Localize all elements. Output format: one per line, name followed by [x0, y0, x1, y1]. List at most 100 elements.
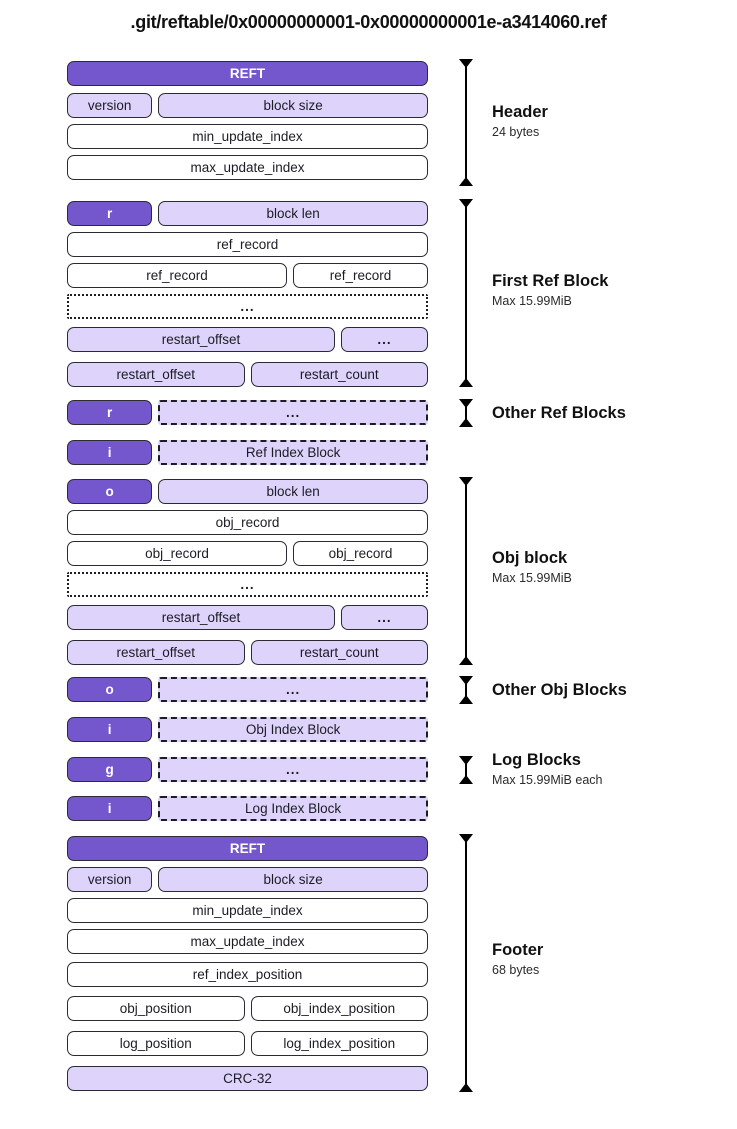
- field-box-objindexblock: Obj Index Block: [158, 717, 428, 742]
- field-row: restart_offset...: [67, 605, 428, 630]
- measure-arrow-log-blocks: [459, 756, 473, 784]
- field-box-reft: REFT: [67, 836, 428, 861]
- arrow-stem: [465, 65, 467, 180]
- measure-arrow-first-ref-block: [459, 199, 473, 387]
- field-row: restart_offsetrestart_count: [67, 640, 428, 665]
- arrow-head-down-icon: [459, 775, 473, 784]
- field-row: min_update_index: [67, 124, 428, 149]
- field-box-blocklen: block len: [158, 479, 428, 504]
- field-row: iLog Index Block: [67, 796, 428, 821]
- field-box-max_update_index: max_update_index: [67, 155, 428, 180]
- field-box-: ...: [341, 605, 428, 630]
- field-box-restart_offset: restart_offset: [67, 640, 245, 665]
- field-box-ref_record: ref_record: [67, 263, 287, 288]
- field-row: ref_recordref_record: [67, 263, 428, 288]
- field-row: CRC-32: [67, 1066, 428, 1091]
- field-box-version: version: [67, 867, 152, 892]
- field-box-version: version: [67, 93, 152, 118]
- section-label-title: Other Obj Blocks: [492, 681, 727, 700]
- field-box-: ...: [341, 327, 428, 352]
- field-box-reft: REFT: [67, 61, 428, 86]
- field-row: rblock len: [67, 201, 428, 226]
- field-box-min_update_index: min_update_index: [67, 124, 428, 149]
- field-box-blocksize: block size: [158, 93, 428, 118]
- field-row: REFT: [67, 61, 428, 86]
- field-box-i: i: [67, 440, 152, 465]
- section-label-title: Other Ref Blocks: [492, 404, 727, 423]
- section-label-other-obj-blocks: Other Obj Blocks: [492, 681, 727, 700]
- field-box-r: r: [67, 201, 152, 226]
- field-row: o...: [67, 677, 428, 702]
- arrow-stem: [465, 483, 467, 659]
- field-box-restart_offset: restart_offset: [67, 605, 335, 630]
- section-label-footer: Footer 68 bytes: [492, 941, 727, 978]
- field-box-restart_count: restart_count: [251, 640, 429, 665]
- field-row: max_update_index: [67, 929, 428, 954]
- field-box-r: r: [67, 400, 152, 425]
- field-box-restart_count: restart_count: [251, 362, 429, 387]
- arrow-head-down-icon: [459, 656, 473, 665]
- field-box-obj_record: obj_record: [67, 541, 287, 566]
- arrow-head-down-icon: [459, 418, 473, 427]
- field-row: r...: [67, 400, 428, 425]
- reftable-format-diagram: REFTversionblock sizemin_update_indexmax…: [0, 0, 737, 1129]
- field-box-obj_index_position: obj_index_position: [251, 996, 429, 1021]
- field-row: ref_index_position: [67, 962, 428, 987]
- section-label-sublabel: 24 bytes: [492, 124, 727, 140]
- field-box-: ...: [158, 677, 428, 702]
- field-row: versionblock size: [67, 93, 428, 118]
- section-label-sublabel: Max 15.99MiB each: [492, 772, 727, 788]
- field-row: obj_record: [67, 510, 428, 535]
- measure-arrow-other-ref-blocks: [459, 399, 473, 427]
- arrow-head-down-icon: [459, 177, 473, 186]
- field-row: iObj Index Block: [67, 717, 428, 742]
- field-row: min_update_index: [67, 898, 428, 923]
- section-label-title: Footer: [492, 941, 727, 960]
- section-label-title: Log Blocks: [492, 751, 727, 770]
- field-row: restart_offset...: [67, 327, 428, 352]
- field-row: restart_offsetrestart_count: [67, 362, 428, 387]
- measure-arrow-other-obj-blocks: [459, 676, 473, 704]
- arrow-head-down-icon: [459, 695, 473, 704]
- field-box-obj_position: obj_position: [67, 996, 245, 1021]
- field-box-blocklen: block len: [158, 201, 428, 226]
- arrow-stem: [465, 205, 467, 381]
- field-box-blocksize: block size: [158, 867, 428, 892]
- field-row: ...: [67, 294, 428, 319]
- field-box-: ...: [67, 294, 428, 319]
- field-row: ...: [67, 572, 428, 597]
- arrow-head-down-icon: [459, 1083, 473, 1092]
- field-row: REFT: [67, 836, 428, 861]
- arrow-stem: [465, 840, 467, 1086]
- field-box-: ...: [158, 400, 428, 425]
- section-label-sublabel: 68 bytes: [492, 962, 727, 978]
- field-box-: ...: [158, 757, 428, 782]
- field-box-: ...: [67, 572, 428, 597]
- measure-arrow-obj-block: [459, 477, 473, 665]
- section-label-log-blocks: Log Blocks Max 15.99MiB each: [492, 751, 727, 788]
- field-row: obj_recordobj_record: [67, 541, 428, 566]
- field-box-restart_offset: restart_offset: [67, 362, 245, 387]
- field-box-obj_record: obj_record: [293, 541, 428, 566]
- field-row: log_positionlog_index_position: [67, 1031, 428, 1056]
- field-box-o: o: [67, 479, 152, 504]
- measure-arrow-footer: [459, 834, 473, 1092]
- field-row: ref_record: [67, 232, 428, 257]
- field-box-min_update_index: min_update_index: [67, 898, 428, 923]
- section-label-sublabel: Max 15.99MiB: [492, 293, 727, 309]
- section-label-sublabel: Max 15.99MiB: [492, 570, 727, 586]
- field-row: g...: [67, 757, 428, 782]
- section-label-header: Header24 bytes: [492, 103, 727, 140]
- field-box-ref_record: ref_record: [293, 263, 428, 288]
- field-box-i: i: [67, 717, 152, 742]
- field-box-ref_record: ref_record: [67, 232, 428, 257]
- field-box-o: o: [67, 677, 152, 702]
- field-box-g: g: [67, 757, 152, 782]
- field-row: oblock len: [67, 479, 428, 504]
- field-row: max_update_index: [67, 155, 428, 180]
- field-box-logindexblock: Log Index Block: [158, 796, 428, 821]
- section-label-obj-block: Obj blockMax 15.99MiB: [492, 549, 727, 586]
- arrow-head-down-icon: [459, 378, 473, 387]
- section-label-other-ref-blocks: Other Ref Blocks: [492, 404, 727, 423]
- field-row: versionblock size: [67, 867, 428, 892]
